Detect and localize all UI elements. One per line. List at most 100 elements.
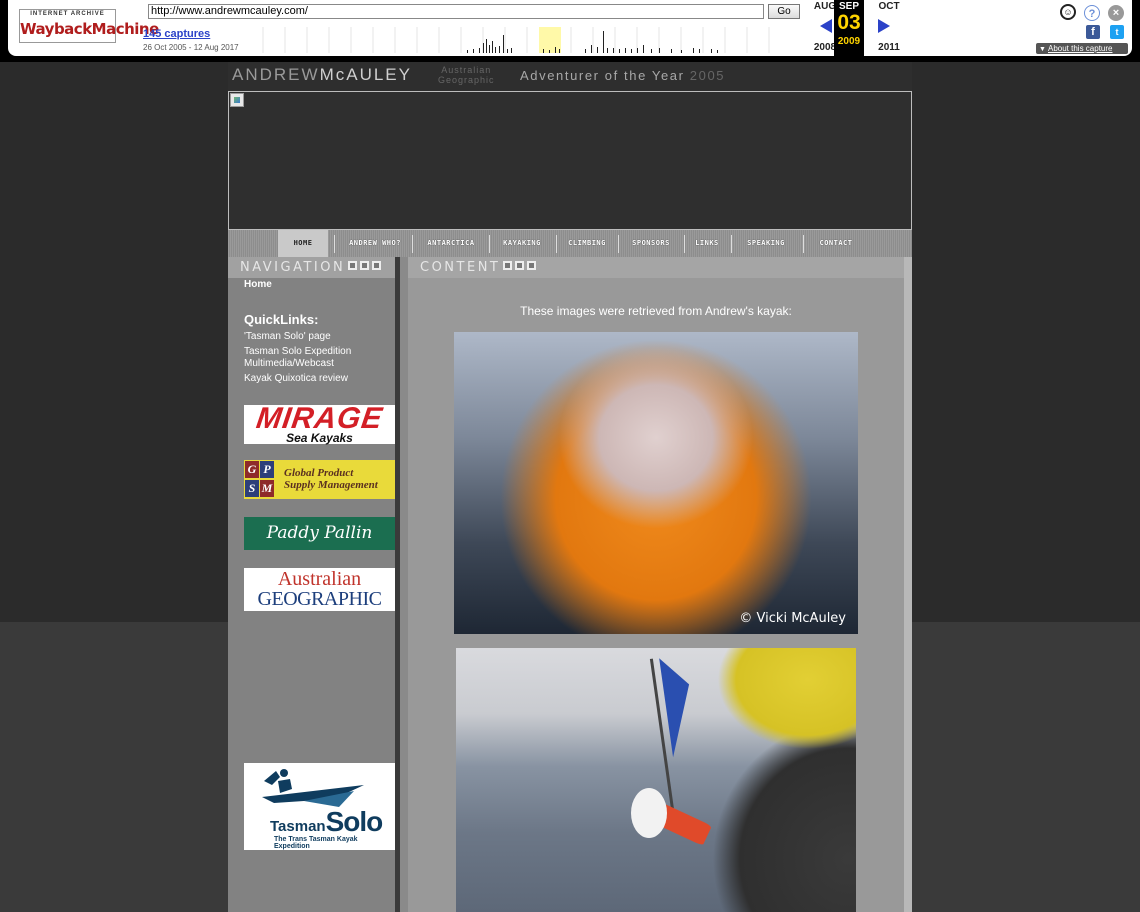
ag-logo-line-1: Australian xyxy=(277,568,362,590)
quicklink-multimedia[interactable]: Tasman Solo Expedition Multimedia/Webcas… xyxy=(244,346,384,370)
wayback-logo[interactable]: INTERNET ARCHIVE WaybackMachine xyxy=(19,9,159,43)
navigation-heading: NAVIGATION xyxy=(228,257,400,278)
nav-divider xyxy=(684,235,685,253)
award-text: Adventurer of the Year xyxy=(520,68,685,83)
capture-date-range: 26 Oct 2005 - 12 Aug 2017 xyxy=(143,43,239,52)
column-divider-strip xyxy=(400,257,408,912)
photo-kayaker-portrait[interactable]: © Vicki McAuley xyxy=(454,332,858,634)
main-nav: HOME ANDREW WHO? ANTARCTICA KAYAKING CLI… xyxy=(228,230,912,257)
tasman-word: Tasman xyxy=(270,818,326,835)
gpsm-letter: M xyxy=(260,480,274,497)
sponsor-australian-geographic-logo[interactable]: Australian GEOGRAPHIC xyxy=(244,568,395,611)
go-button[interactable]: Go xyxy=(768,4,800,19)
twitter-icon[interactable]: t xyxy=(1110,25,1124,39)
close-icon[interactable]: × xyxy=(1108,5,1124,21)
current-year-label: 2009 xyxy=(837,36,861,47)
tasman-solo-tagline: The Trans Tasman Kayak Expedition xyxy=(274,836,358,850)
site-container: ANDREWMcAULEY Australian Geographic Adve… xyxy=(228,62,912,912)
chevron-down-icon: ▼ xyxy=(1039,46,1046,53)
captures-link[interactable]: 145 captures xyxy=(143,28,210,40)
current-capture-date: SEP 03 2009 xyxy=(834,0,864,56)
nav-contact[interactable]: CONTACT xyxy=(808,230,864,257)
facebook-icon[interactable]: f xyxy=(1086,25,1100,39)
nav-speaking[interactable]: SPEAKING xyxy=(736,230,796,257)
gpsm-name-line-1: Global Product xyxy=(284,467,354,479)
nav-andrew-who[interactable]: ANDREW WHO? xyxy=(338,230,412,257)
next-month-label: OCT xyxy=(878,1,900,12)
logo-top-text: INTERNET ARCHIVE xyxy=(30,11,105,17)
solo-word: Solo xyxy=(325,806,384,837)
nav-home[interactable]: HOME xyxy=(278,230,328,257)
square-icon xyxy=(348,261,358,270)
quicklinks-title: QuickLinks: xyxy=(244,312,319,327)
gpsm-name-line-2: Supply Management xyxy=(284,479,378,491)
nav-divider xyxy=(731,235,732,253)
nav-sponsors[interactable]: SPONSORS xyxy=(622,230,680,257)
gpsm-letter: G xyxy=(245,461,259,478)
gpsm-letter: S xyxy=(245,480,259,497)
prev-arrow-icon[interactable] xyxy=(820,19,832,33)
photo-kayak-at-sea[interactable] xyxy=(456,648,856,912)
user-icon[interactable]: ☺ xyxy=(1060,4,1076,20)
sidebar-home-link[interactable]: Home xyxy=(244,279,272,290)
current-day-label: 03 xyxy=(837,11,861,34)
gpsm-letter: P xyxy=(260,461,274,478)
nav-divider xyxy=(412,235,413,253)
sponsor-gpsm-logo[interactable]: G P S M Global Product Supply Management xyxy=(244,460,395,499)
quicklink-kayak-quixotica[interactable]: Kayak Quixotica review xyxy=(244,373,384,385)
hero-banner xyxy=(228,91,912,230)
nav-divider xyxy=(489,235,490,253)
content-edge xyxy=(904,257,912,912)
site-name-last: McAULEY xyxy=(319,65,412,84)
nav-antarctica[interactable]: ANTARCTICA xyxy=(416,230,486,257)
site-header: ANDREWMcAULEY Australian Geographic Adve… xyxy=(228,62,912,91)
about-capture-label: About this capture xyxy=(1048,44,1113,53)
nav-kayaking[interactable]: KAYAKING xyxy=(492,230,552,257)
site-name[interactable]: ANDREWMcAULEY xyxy=(232,65,412,85)
next-arrow-icon[interactable] xyxy=(878,19,890,33)
navigation-heading-text: NAVIGATION xyxy=(240,260,346,275)
square-icon xyxy=(360,261,370,270)
logo-main-text: WaybackMachine xyxy=(20,20,159,38)
about-capture-link[interactable]: ▼ About this capture xyxy=(1036,43,1128,54)
sponsor-tasman-solo-logo[interactable]: TasmanSolo The Trans Tasman Kayak Expedi… xyxy=(244,763,395,850)
square-icon xyxy=(503,261,513,270)
url-input[interactable]: http://www.andrewmcauley.com/ xyxy=(148,4,764,19)
nav-divider xyxy=(334,235,335,253)
ag-line-2: Geographic xyxy=(438,75,495,85)
nav-climbing[interactable]: CLIMBING xyxy=(560,230,614,257)
sail-shape xyxy=(659,654,699,758)
help-icon[interactable]: ? xyxy=(1084,5,1100,21)
albatross-shape xyxy=(631,788,667,838)
photo-credit: © Vicki McAuley xyxy=(739,611,846,626)
sponsor-mirage-logo[interactable]: MIRAGE Sea Kayaks xyxy=(244,402,395,444)
gpsm-name: Global Product Supply Management xyxy=(284,467,378,491)
mirage-wordmark: MIRAGE xyxy=(254,402,385,435)
site-name-first: ANDREW xyxy=(232,65,320,84)
capture-sparkline[interactable] xyxy=(241,27,799,53)
content-heading: CONTENT xyxy=(408,257,912,278)
content-caption: These images were retrieved from Andrew'… xyxy=(520,304,792,318)
quicklink-tasman-solo[interactable]: 'Tasman Solo' page xyxy=(244,331,384,343)
sponsor-paddy-pallin-logo[interactable]: Paddy Pallin xyxy=(244,517,395,550)
ag-wordmark: Australian Geographic xyxy=(438,65,495,85)
sparkline-current-year xyxy=(539,27,561,53)
nav-divider xyxy=(803,235,804,253)
nav-divider xyxy=(556,235,557,253)
nav-divider xyxy=(618,235,619,253)
square-icon xyxy=(372,261,382,270)
ag-logo-line-2: GEOGRAPHIC xyxy=(257,588,382,610)
nav-links[interactable]: LINKS xyxy=(688,230,726,257)
gpsm-letter-grid: G P S M xyxy=(245,461,275,498)
award-title: Adventurer of the Year 2005 xyxy=(520,68,725,83)
next-month-column[interactable]: OCT 2011 xyxy=(868,0,910,53)
ag-line-1: Australian xyxy=(441,65,492,75)
broken-image-icon xyxy=(230,93,244,107)
next-year-label: 2011 xyxy=(878,42,900,53)
wayback-toolbar: INTERNET ARCHIVE WaybackMachine http://w… xyxy=(0,0,1140,62)
square-icon xyxy=(515,261,525,270)
content-heading-text: CONTENT xyxy=(420,260,501,275)
award-year: 2005 xyxy=(689,68,726,83)
square-icon xyxy=(527,261,537,270)
wayback-panel: INTERNET ARCHIVE WaybackMachine http://w… xyxy=(8,0,1132,56)
